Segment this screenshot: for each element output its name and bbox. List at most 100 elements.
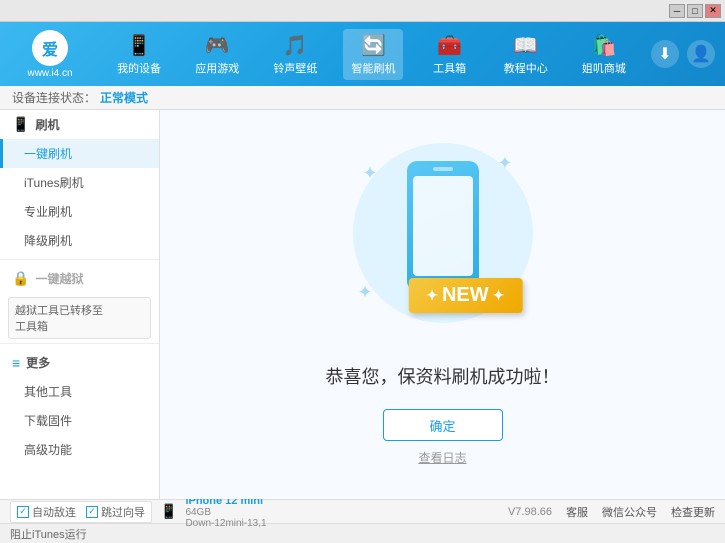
sidebar-section-jailbreak: 🔒 一键越狱 (0, 264, 159, 293)
my-device-label: 我的设备 (117, 60, 161, 76)
sidebar-item-pro-flash[interactable]: 专业刷机 (0, 197, 159, 226)
sidebar-divider-2 (0, 343, 159, 344)
device-icon: 📱 (160, 503, 177, 520)
nav-apps-games[interactable]: 🎮 应用游戏 (187, 29, 247, 80)
status-value: 正常模式 (100, 89, 148, 106)
tutorial-icon: 📖 (513, 33, 538, 58)
phone-speaker (433, 167, 453, 171)
smart-flash-label: 智能刷机 (351, 60, 395, 76)
sidebar-item-itunes-flash[interactable]: iTunes刷机 (0, 168, 159, 197)
advanced-label: 高级功能 (24, 443, 72, 457)
more-section-title: 更多 (26, 354, 50, 371)
jailbreak-warning: 越狱工具已转移至 工具箱 (8, 297, 151, 339)
apps-games-label: 应用游戏 (195, 60, 239, 76)
check-update-link[interactable]: 检查更新 (671, 504, 715, 520)
sidebar-item-downgrade-flash[interactable]: 降级刷机 (0, 226, 159, 255)
logo[interactable]: 爱 www.i4.cn (10, 30, 90, 79)
content-area: ✦ ✦ ✦ ✦ NEW ✦ 恭喜您，保资料刷机成功啦！ 确定 查看日志 (160, 110, 725, 499)
new-badge-text: NEW (442, 284, 489, 307)
confirm-btn-label: 确定 (429, 416, 455, 435)
one-click-flash-label: 一键刷机 (24, 147, 72, 161)
sidebar: 📱 刷机 一键刷机 iTunes刷机 专业刷机 降级刷机 🔒 一键越狱 越狱工具… (0, 110, 160, 499)
sidebar-section-more: ≡ 更多 (0, 348, 159, 377)
account-btn[interactable]: 👤 (687, 40, 715, 68)
flash-section-title: 刷机 (35, 116, 59, 133)
status-label: 设备连接状态： (12, 89, 96, 106)
checkbox-auto-connect-label: 自动敌连 (32, 504, 76, 520)
sparkle-3: ✦ (358, 282, 373, 303)
smart-flash-icon: 🔄 (361, 33, 386, 58)
checkbox-via-wizard-box[interactable]: ✓ (86, 506, 98, 518)
header: 爱 www.i4.cn 📱 我的设备 🎮 应用游戏 🎵 铃声壁纸 🔄 智能刷机 … (0, 22, 725, 86)
device-info: 📱 iPhone 12 mini 64GB Down-12mini-13,1 (160, 495, 508, 529)
device-details: iPhone 12 mini 64GB Down-12mini-13,1 (185, 495, 266, 529)
sparkle-2: ✦ (497, 153, 512, 174)
checkbox-via-wizard-label: 跳过向导 (101, 504, 145, 520)
new-badge: ✦ NEW ✦ (408, 278, 522, 313)
jailbreak-section-icon: 🔒 (12, 270, 29, 287)
ringtones-label: 铃声壁纸 (273, 60, 317, 76)
sidebar-item-advanced[interactable]: 高级功能 (0, 435, 159, 464)
new-badge-star-left: ✦ (426, 287, 438, 304)
nav-store[interactable]: 🛍️ 姐叽商城 (574, 29, 634, 80)
nav-toolbox[interactable]: 🧰 工具箱 (422, 29, 478, 80)
nav-smart-flash[interactable]: 🔄 智能刷机 (343, 29, 403, 80)
nav-bar: 📱 我的设备 🎮 应用游戏 🎵 铃声壁纸 🔄 智能刷机 🧰 工具箱 📖 教程中心… (100, 29, 643, 80)
jailbreak-section-title: 一键越狱 (35, 270, 83, 287)
itunes-label: 阻止iTunes运行 (10, 526, 87, 542)
customer-service-link[interactable]: 客服 (566, 504, 588, 520)
bottom-right: V7.98.66 客服 微信公众号 检查更新 (508, 504, 715, 520)
sidebar-item-download-firmware[interactable]: 下载固件 (0, 406, 159, 435)
title-bar: ─ □ ✕ (0, 0, 725, 22)
success-text: 恭喜您，保资料刷机成功啦！ (326, 363, 560, 389)
pro-flash-label: 专业刷机 (24, 205, 72, 219)
new-badge-star-right: ✦ (493, 287, 505, 304)
more-section-icon: ≡ (12, 355, 20, 371)
download-btn[interactable]: ⬇ (651, 40, 679, 68)
jailbreak-warning-text: 越狱工具已转移至 工具箱 (15, 305, 103, 333)
sparkle-1: ✦ (363, 163, 378, 184)
flash-section-icon: 📱 (12, 116, 29, 133)
device-capacity: 64GB (185, 507, 266, 518)
version-text: V7.98.66 (508, 506, 552, 518)
close-btn[interactable]: ✕ (705, 4, 721, 18)
nav-right-buttons: ⬇ 👤 (651, 40, 715, 68)
maximize-btn[interactable]: □ (687, 4, 703, 18)
secondary-link[interactable]: 查看日志 (418, 449, 466, 466)
my-device-icon: 📱 (127, 33, 152, 58)
other-tools-label: 其他工具 (24, 385, 72, 399)
toolbox-label: 工具箱 (433, 60, 466, 76)
minimize-btn[interactable]: ─ (669, 4, 685, 18)
status-bar: 设备连接状态： 正常模式 (0, 86, 725, 110)
bottom-checkboxes: ✓ 自动敌连 ✓ 跳过向导 (10, 501, 152, 523)
sidebar-section-flash: 📱 刷机 (0, 110, 159, 139)
nav-tutorial[interactable]: 📖 教程中心 (496, 29, 556, 80)
phone-illustration: ✦ ✦ ✦ ✦ NEW ✦ (343, 143, 543, 343)
logo-url: www.i4.cn (27, 68, 72, 79)
store-label: 姐叽商城 (582, 60, 626, 76)
confirm-button[interactable]: 确定 (383, 409, 503, 441)
nav-ringtones[interactable]: 🎵 铃声壁纸 (265, 29, 325, 80)
nav-my-device[interactable]: 📱 我的设备 (109, 29, 169, 80)
store-icon: 🛍️ (591, 33, 616, 58)
downgrade-flash-label: 降级刷机 (24, 234, 72, 248)
wechat-link[interactable]: 微信公众号 (602, 504, 657, 520)
ringtones-icon: 🎵 (283, 33, 308, 58)
download-firmware-label: 下载固件 (24, 414, 72, 428)
sidebar-divider-1 (0, 259, 159, 260)
phone-screen (413, 176, 473, 276)
logo-icon: 爱 (32, 30, 68, 66)
checkbox-via-wizard[interactable]: ✓ 跳过向导 (86, 504, 145, 520)
apps-games-icon: 🎮 (205, 33, 230, 58)
checkbox-auto-connect-box[interactable]: ✓ (17, 506, 29, 518)
bottom-bar: ✓ 自动敌连 ✓ 跳过向导 📱 iPhone 12 mini 64GB Down… (0, 499, 725, 523)
checkbox-auto-connect[interactable]: ✓ 自动敌连 (17, 504, 76, 520)
sidebar-item-other-tools[interactable]: 其他工具 (0, 377, 159, 406)
phone-shape (407, 161, 479, 291)
main-layout: 📱 刷机 一键刷机 iTunes刷机 专业刷机 降级刷机 🔒 一键越狱 越狱工具… (0, 110, 725, 499)
itunes-flash-label: iTunes刷机 (24, 176, 84, 190)
sidebar-item-one-click-flash[interactable]: 一键刷机 (0, 139, 159, 168)
tutorial-label: 教程中心 (504, 60, 548, 76)
device-model: Down-12mini-13,1 (185, 518, 266, 529)
toolbox-icon: 🧰 (437, 33, 462, 58)
